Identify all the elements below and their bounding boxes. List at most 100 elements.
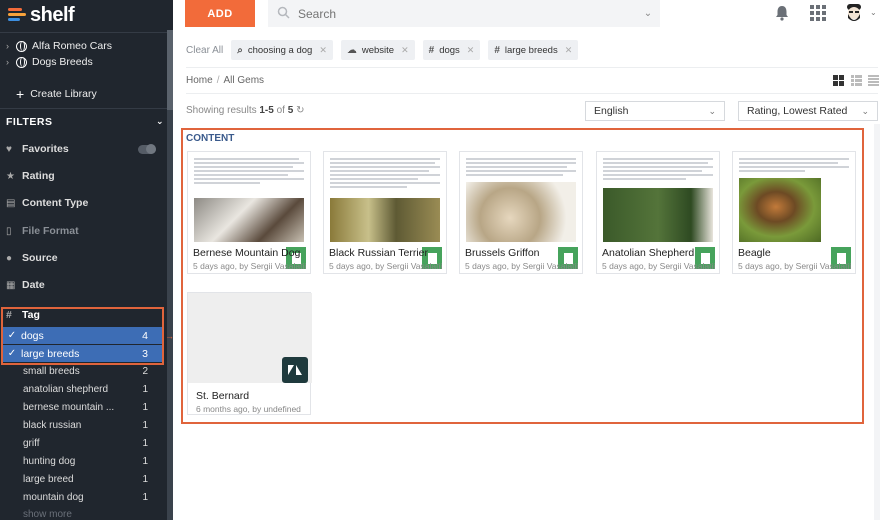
tag-item[interactable]: hunting dog 1: [23, 452, 148, 470]
refresh-icon[interactable]: ↻: [296, 105, 304, 116]
filter-label: File Format: [22, 225, 79, 237]
bell-icon[interactable]: [775, 5, 789, 21]
language-value: English: [594, 105, 629, 117]
filter-favorites[interactable]: ♥ Favorites: [6, 140, 164, 158]
filter-source[interactable]: ● Source: [6, 249, 164, 267]
compact-list-icon[interactable]: [868, 75, 879, 86]
tag-item[interactable]: black russian 1: [23, 416, 148, 434]
tag-label: black russian: [23, 419, 82, 431]
sidebar-scrollbar-thumb[interactable]: [167, 30, 173, 110]
results-count: Showing results 1-5 of 5 ↻: [186, 105, 304, 116]
gem-card-black-russian-terrier[interactable]: Black Russian Terrier 5 days ago, by Ser…: [323, 151, 447, 274]
apps-grid-icon[interactable]: [810, 5, 826, 21]
grid-view-icon[interactable]: [833, 75, 844, 86]
close-icon[interactable]: ✕: [565, 45, 573, 56]
gem-title: Bernese Mountain Dog: [193, 247, 301, 259]
search-icon: [268, 6, 298, 22]
filter-chip-dogs[interactable]: # dogs ✕: [422, 40, 481, 60]
chevron-down-icon[interactable]: ⌄: [636, 8, 660, 19]
filters-header[interactable]: FILTERS ⌄: [6, 116, 164, 128]
gem-meta: 5 days ago, by Sergii Vasalatii: [329, 261, 443, 271]
filter-file-format[interactable]: ▯ File Format: [6, 222, 164, 240]
language-select[interactable]: English ⌄: [585, 101, 725, 121]
list-view-icon[interactable]: [851, 75, 862, 86]
gem-card-beagle[interactable]: Beagle 5 days ago, by Sergii Vasalatii: [732, 151, 856, 274]
library-item-alfa-romeo[interactable]: › Alfa Romeo Cars: [6, 38, 112, 54]
logo[interactable]: shelf: [8, 3, 75, 26]
filter-label: Rating: [22, 170, 55, 182]
filter-content-type[interactable]: ▤ Content Type: [6, 194, 164, 212]
create-library-button[interactable]: + Create Library: [16, 86, 97, 102]
search-icon: ⌕: [237, 44, 243, 56]
gem-thumbnail: [603, 158, 713, 242]
filter-chip-choosing-a-dog[interactable]: ⌕ choosing a dog ✕: [231, 40, 333, 60]
filter-label: Favorites: [22, 143, 69, 155]
tag-item[interactable]: small breeds 2: [23, 362, 148, 380]
filter-label: Source: [22, 252, 58, 264]
content-scrollbar[interactable]: [874, 124, 880, 520]
library-item-dogs-breeds[interactable]: › Dogs Breeds: [6, 54, 93, 70]
gem-thumbnail: [466, 158, 576, 242]
chevron-down-icon[interactable]: ⌄: [156, 116, 164, 128]
zendesk-logo-icon: [282, 357, 308, 383]
filter-rating[interactable]: ★ Rating: [6, 167, 164, 185]
results-range: 1-5: [259, 105, 274, 116]
tag-label: small breeds: [23, 365, 80, 377]
gem-card-st-bernard[interactable]: St. Bernard 6 months ago, by undefined: [187, 292, 312, 415]
gem-thumbnail: [330, 158, 440, 242]
breadcrumb-home[interactable]: Home: [186, 75, 213, 86]
tag-item-large-breeds[interactable]: ✓ large breeds 3: [3, 345, 162, 362]
tag-label: hunting dog: [23, 455, 76, 467]
hash-icon: #: [428, 44, 435, 56]
tag-count: 1: [142, 455, 148, 467]
tag-item[interactable]: griff 1: [23, 434, 148, 452]
tag-item[interactable]: anatolian shepherd 1: [23, 380, 148, 398]
check-icon: ✓: [7, 348, 17, 359]
gem-meta: 5 days ago, by Sergii Vasalatii: [465, 261, 579, 271]
tag-label: bernese mountain ...: [23, 401, 115, 413]
chevron-down-icon: ⌄: [861, 105, 869, 116]
show-more-link[interactable]: show more: [23, 509, 72, 520]
gem-card-anatolian-shepherd[interactable]: Anatolian Shepherd 5 days ago, by Sergii…: [596, 151, 720, 274]
gem-title: Black Russian Terrier: [329, 247, 429, 259]
tag-item[interactable]: bernese mountain ... 1: [23, 398, 148, 416]
chevron-right-icon[interactable]: ›: [6, 41, 16, 51]
favorites-toggle[interactable]: [138, 144, 156, 154]
globe-icon: ●: [6, 252, 13, 264]
chevron-right-icon[interactable]: ›: [6, 57, 16, 67]
gem-card-bernese[interactable]: Bernese Mountain Dog 5 days ago, by Serg…: [187, 151, 311, 274]
sort-select[interactable]: Rating, Lowest Rated ⌄: [738, 101, 878, 121]
globe-icon: [16, 56, 27, 68]
filter-date[interactable]: ▦ Date: [6, 276, 164, 294]
breadcrumb-current: All Gems: [223, 75, 265, 86]
cloud-icon: ☁: [346, 44, 357, 56]
create-library-label: Create Library: [30, 88, 97, 100]
close-icon[interactable]: ✕: [319, 45, 327, 56]
filter-chip-large-breeds[interactable]: # large breeds ✕: [488, 40, 579, 60]
avatar[interactable]: [844, 2, 864, 26]
tag-item[interactable]: large breed 1: [23, 470, 148, 488]
close-icon[interactable]: ✕: [467, 45, 475, 56]
gem-meta: 6 months ago, by undefined: [196, 404, 301, 414]
filter-tag[interactable]: # Tag: [6, 309, 40, 321]
clear-all-button[interactable]: Clear All: [186, 45, 223, 56]
chevron-down-icon: ⌄: [708, 105, 716, 116]
tag-item[interactable]: mountain dog 1: [23, 488, 148, 506]
tag-label: dogs: [21, 329, 44, 342]
gem-meta: 5 days ago, by Sergii Vasalatii: [602, 261, 716, 271]
tag-item-dogs[interactable]: ✓ dogs 4: [3, 327, 162, 344]
search-box[interactable]: ⌄: [268, 0, 660, 27]
filter-chip-website[interactable]: ☁ website ✕: [340, 40, 415, 60]
results-of: of: [273, 105, 288, 116]
close-icon[interactable]: ✕: [401, 45, 409, 56]
chevron-down-icon[interactable]: ⌄: [870, 8, 877, 17]
logo-text: shelf: [30, 3, 75, 26]
filter-label: Content Type: [22, 197, 89, 209]
gem-card-brussels-griffon[interactable]: Brussels Griffon 5 days ago, by Sergii V…: [459, 151, 583, 274]
tag-label: large breed: [23, 473, 74, 485]
add-button[interactable]: ADD: [185, 0, 255, 27]
chip-label: website: [361, 44, 395, 56]
search-input[interactable]: [298, 6, 636, 21]
tag-count: 4: [142, 329, 148, 342]
divider: [0, 32, 167, 33]
